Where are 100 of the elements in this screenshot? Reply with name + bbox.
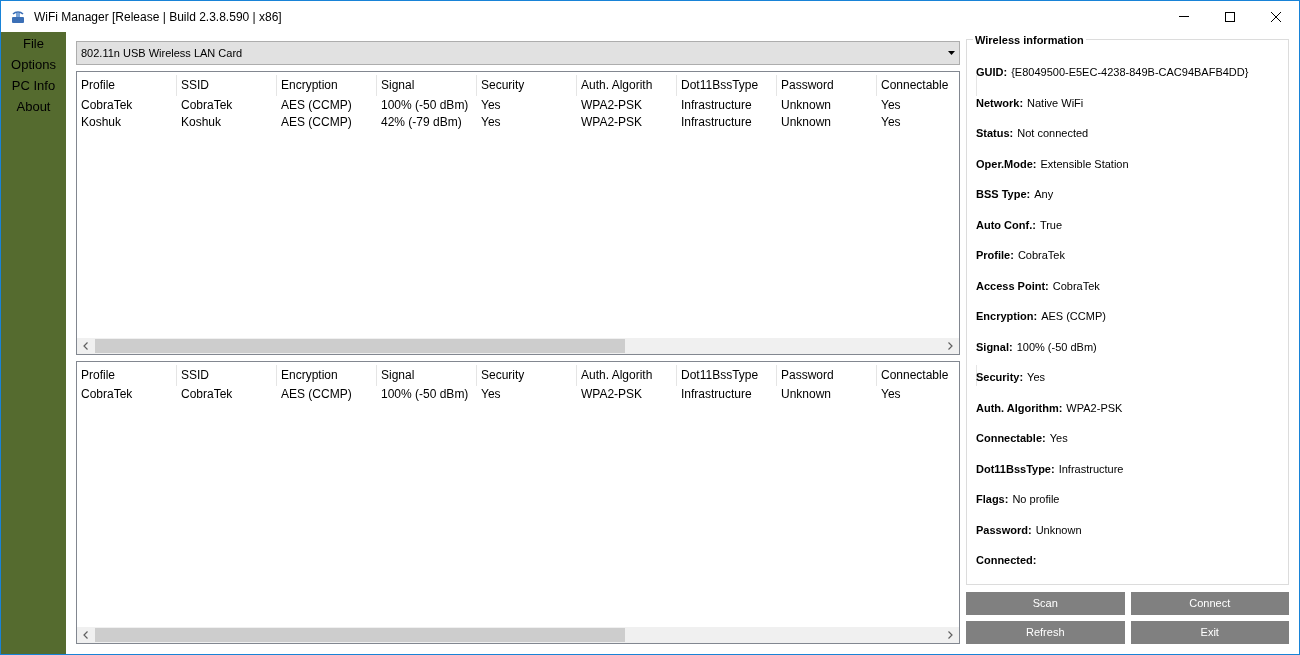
menu-item[interactable]: PC Info bbox=[11, 75, 56, 96]
scroll-right-icon[interactable] bbox=[948, 631, 953, 639]
field-label: Profile: bbox=[976, 248, 1014, 263]
adapter-dropdown[interactable]: 802.11n USB Wireless LAN Card bbox=[76, 41, 960, 65]
column-header[interactable]: Security bbox=[477, 75, 577, 96]
table-cell-text: AES (CCMP) bbox=[280, 113, 353, 131]
action-button[interactable]: Exit bbox=[1130, 621, 1289, 644]
table-cell-text: WPA2-PSK bbox=[580, 96, 644, 114]
field-value: Yes bbox=[1049, 431, 1068, 446]
field-value: Unknown bbox=[1035, 522, 1082, 538]
table-cell-text: 100% (-50 dBm) bbox=[380, 386, 470, 403]
field-label: Encryption: bbox=[976, 309, 1038, 324]
column-header[interactable]: SSID bbox=[177, 75, 277, 96]
table-cell-text: CobraTek bbox=[180, 96, 234, 114]
field-value: Yes bbox=[1027, 370, 1046, 385]
field-label: Security: bbox=[976, 370, 1024, 385]
field-label: Oper.Mode: bbox=[976, 156, 1037, 172]
table-cell-text: WPA2-PSK bbox=[580, 113, 644, 131]
action-button[interactable]: Scan bbox=[966, 592, 1125, 615]
field-value: 100% (-50 dBm) bbox=[1016, 339, 1097, 355]
horizontal-scrollbar[interactable] bbox=[77, 627, 959, 643]
field-value: Native WiFi bbox=[1027, 95, 1084, 111]
table-cell-text: Unknown bbox=[780, 96, 833, 114]
field-label: Connected: bbox=[976, 553, 1037, 568]
field-value: Any bbox=[1034, 187, 1054, 202]
field-label: Auth. Algorithm: bbox=[976, 400, 1063, 416]
column-header[interactable]: Dot11BssType bbox=[677, 75, 777, 96]
table-cell-text: Infrastructure bbox=[680, 386, 753, 403]
column-header[interactable]: Profile bbox=[77, 364, 177, 386]
scroll-right-icon[interactable] bbox=[948, 341, 953, 350]
field-value: Not connected bbox=[1017, 126, 1089, 141]
field-value: WPA2-PSK bbox=[1066, 400, 1123, 416]
column-header[interactable]: Security bbox=[477, 364, 577, 386]
scrollbar-thumb[interactable] bbox=[95, 628, 625, 642]
table-cell-text: Koshuk bbox=[80, 113, 123, 131]
table-cell-text: Yes bbox=[880, 113, 902, 131]
table-cell-text: Infrastructure bbox=[680, 96, 753, 114]
table-cell-text: Yes bbox=[480, 96, 502, 114]
table-cell-text: Yes bbox=[880, 386, 902, 403]
action-button[interactable]: Connect bbox=[1130, 592, 1289, 615]
action-button[interactable]: Refresh bbox=[966, 621, 1125, 644]
field-label: Flags: bbox=[976, 492, 1009, 507]
column-header[interactable]: Connectable bbox=[877, 364, 977, 386]
table-cell-text: AES (CCMP) bbox=[280, 386, 353, 403]
field-value: Infrastructure bbox=[1058, 461, 1124, 477]
field-value: {E8049500-E5EC-4238-849B-CAC94BAFB4DD} bbox=[1011, 65, 1249, 80]
column-header[interactable]: Profile bbox=[77, 75, 177, 96]
field-label: Signal: bbox=[976, 339, 1013, 355]
table-cell-text: 42% (-79 dBm) bbox=[380, 113, 463, 131]
field-value: Extensible Station bbox=[1040, 156, 1129, 172]
field-label: Dot11BssType: bbox=[976, 461, 1055, 477]
app-icon bbox=[10, 8, 26, 25]
field-value: True bbox=[1039, 217, 1063, 233]
scroll-left-icon[interactable] bbox=[83, 631, 88, 639]
scrollbar-thumb[interactable] bbox=[95, 338, 625, 353]
column-header[interactable]: Dot11BssType bbox=[677, 364, 777, 386]
field-label: Password: bbox=[976, 522, 1032, 538]
close-icon bbox=[1271, 11, 1281, 22]
table-cell-text: WPA2-PSK bbox=[580, 386, 644, 403]
column-header[interactable]: SSID bbox=[177, 364, 277, 386]
column-header[interactable]: Encryption bbox=[277, 364, 377, 386]
field-label: GUID: bbox=[976, 65, 1008, 80]
table-cell-text: Yes bbox=[480, 386, 502, 403]
horizontal-scrollbar[interactable] bbox=[77, 337, 959, 354]
column-header[interactable]: Signal bbox=[377, 364, 477, 386]
menu-item[interactable]: About bbox=[16, 96, 51, 117]
scroll-left-icon[interactable] bbox=[83, 341, 88, 350]
table-cell-text: AES (CCMP) bbox=[280, 96, 353, 114]
field-label: Network: bbox=[976, 95, 1024, 111]
menu-item[interactable]: Options bbox=[11, 54, 56, 75]
column-header[interactable]: Password bbox=[777, 75, 877, 96]
table-cell-text: CobraTek bbox=[180, 386, 234, 403]
table-cell-text: Unknown bbox=[780, 386, 833, 403]
column-header[interactable]: Connectable bbox=[877, 75, 977, 96]
field-label: Connectable: bbox=[976, 431, 1046, 446]
maximize-icon bbox=[1225, 11, 1235, 22]
field-label: Auto Conf.: bbox=[976, 217, 1036, 233]
dropdown-arrow-icon bbox=[948, 51, 955, 55]
menu-item[interactable]: File bbox=[23, 33, 44, 54]
table-cell-text: Yes bbox=[880, 96, 902, 114]
table-cell-text: CobraTek bbox=[80, 386, 134, 403]
table-cell-text: Infrastructure bbox=[680, 113, 753, 131]
column-header[interactable]: Encryption bbox=[277, 75, 377, 96]
table-cell-text: Yes bbox=[480, 113, 502, 131]
field-value: CobraTek bbox=[1052, 278, 1100, 294]
column-header[interactable]: Auth. Algorith bbox=[577, 364, 677, 386]
field-label: Status: bbox=[976, 126, 1014, 141]
table-cell-text: CobraTek bbox=[80, 96, 134, 114]
window-title: WiFi Manager [Release | Build 2.3.8.590 | x86] bbox=[34, 8, 282, 26]
table-cell-text: Unknown bbox=[780, 113, 833, 131]
column-header[interactable]: Auth. Algorith bbox=[577, 75, 677, 96]
field-value: CobraTek bbox=[1017, 248, 1065, 263]
field-label: BSS Type: bbox=[976, 187, 1031, 202]
column-header[interactable]: Password bbox=[777, 364, 877, 386]
table-cell-text: 100% (-50 dBm) bbox=[380, 96, 470, 114]
minimize-icon bbox=[1179, 16, 1189, 17]
field-value: AES (CCMP) bbox=[1041, 309, 1106, 324]
column-header[interactable]: Signal bbox=[377, 75, 477, 96]
field-value: No profile bbox=[1012, 492, 1060, 507]
field-label: Access Point: bbox=[976, 278, 1049, 294]
